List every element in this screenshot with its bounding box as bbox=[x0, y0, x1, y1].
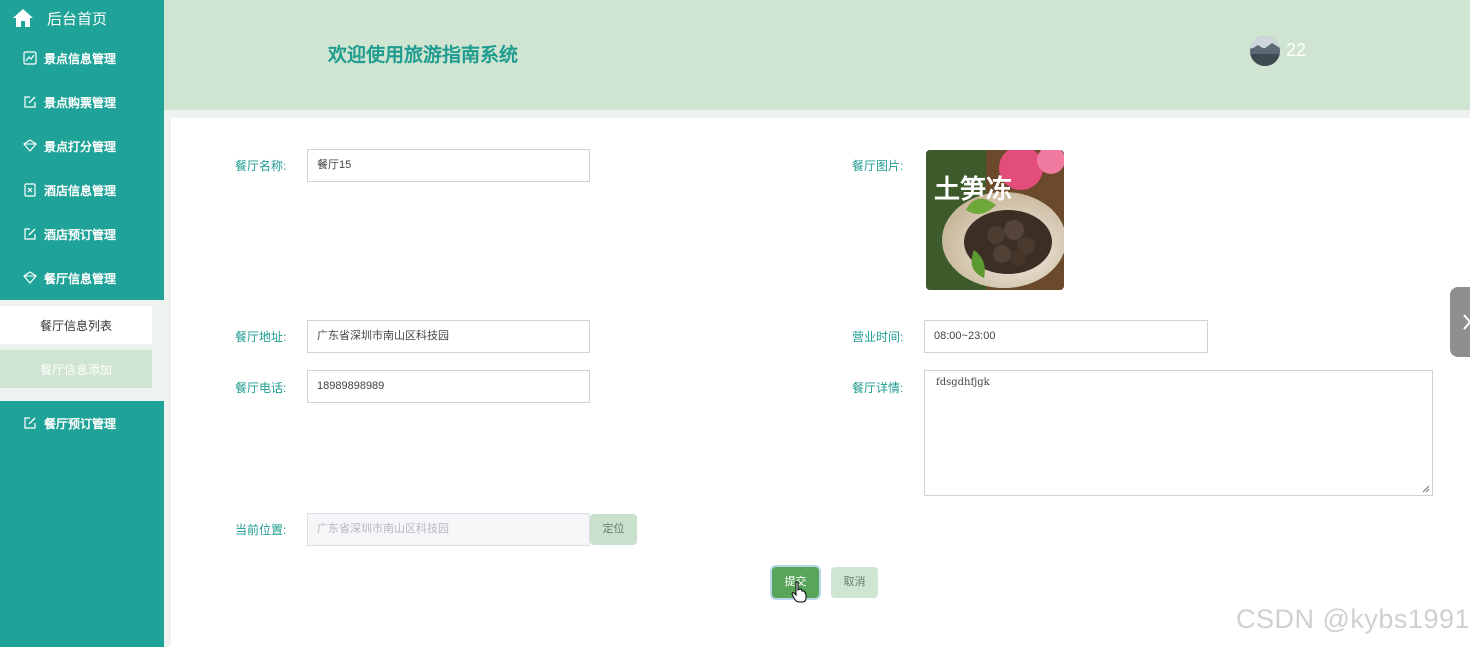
sidebar-item-label: 酒店信息管理 bbox=[44, 183, 117, 198]
sidebar-item-label: 景点购票管理 bbox=[44, 95, 117, 110]
restaurant-image[interactable]: 土笋冻 bbox=[926, 150, 1064, 290]
restaurant-image-label: 餐厅图片: bbox=[852, 159, 904, 173]
restaurant-photo: 土笋冻 bbox=[926, 150, 1064, 290]
restaurant-address-input[interactable]: 广东省深圳市南山区科技园 bbox=[307, 320, 590, 353]
close-box-icon bbox=[24, 183, 36, 197]
restaurant-detail-label: 餐厅详情: bbox=[852, 381, 904, 395]
sidebar-item-label: 酒店预订管理 bbox=[44, 227, 117, 242]
sidebar-item-scenic-info[interactable]: 景点信息管理 bbox=[0, 36, 164, 80]
sidebar-home[interactable]: 后台首页 bbox=[0, 0, 164, 36]
sidebar-subitem-label: 餐厅信息列表 bbox=[39, 318, 112, 333]
edit-icon bbox=[24, 417, 36, 429]
sidebar-item-scenic-rating[interactable]: 景点打分管理 bbox=[0, 124, 164, 168]
hand-cursor-icon bbox=[791, 581, 807, 603]
restaurant-phone-input[interactable]: 18989898989 bbox=[307, 370, 590, 403]
edit-icon bbox=[24, 228, 36, 240]
sidebar-item-hotel-booking[interactable]: 酒店预订管理 bbox=[0, 212, 164, 256]
sidebar-subitem-restaurant-list[interactable]: 餐厅信息列表 bbox=[0, 306, 152, 344]
sidebar-item-restaurant-info[interactable]: 餐厅信息管理 bbox=[0, 256, 164, 300]
sidebar-item-label: 餐厅预订管理 bbox=[44, 416, 117, 431]
cancel-button[interactable]: 取消 bbox=[831, 567, 878, 598]
business-hours-label: 营业时间: bbox=[852, 330, 904, 344]
restaurant-phone-label: 餐厅电话: bbox=[235, 381, 287, 395]
sidebar-home-label: 后台首页 bbox=[47, 10, 108, 28]
diamond-icon bbox=[23, 139, 37, 152]
diamond-icon bbox=[23, 271, 37, 284]
sidebar-item-label: 景点打分管理 bbox=[44, 139, 117, 154]
sidebar: 后台首页 景点信息管理 景点购票管理 景点打分管理 酒店信息管理 酒店预订管理 … bbox=[0, 0, 164, 647]
sidebar-item-scenic-ticket[interactable]: 景点购票管理 bbox=[0, 80, 164, 124]
sidebar-submenu-restaurant: 餐厅信息列表 餐厅信息添加 bbox=[0, 300, 164, 401]
restaurant-name-label: 餐厅名称: bbox=[235, 159, 287, 173]
sidebar-subitem-restaurant-add[interactable]: 餐厅信息添加 bbox=[0, 350, 152, 388]
current-location-label: 当前位置: bbox=[235, 523, 287, 537]
username: 22 bbox=[1286, 40, 1307, 60]
home-icon bbox=[13, 9, 33, 27]
restaurant-name-input[interactable]: 餐厅15 bbox=[307, 149, 590, 182]
restaurant-address-label: 餐厅地址: bbox=[235, 330, 287, 344]
sidebar-item-hotel-info[interactable]: 酒店信息管理 bbox=[0, 168, 164, 212]
business-hours-input[interactable]: 08:00~23:00 bbox=[924, 320, 1208, 353]
sidebar-item-label: 餐厅信息管理 bbox=[44, 271, 117, 286]
avatar-image bbox=[1250, 36, 1280, 66]
sidebar-item-restaurant-booking[interactable]: 餐厅预订管理 bbox=[0, 401, 164, 445]
form-panel: 餐厅名称: 餐厅15 餐厅图片: 土笋冻 餐厅地址: 广东省深圳市南山区科技园 … bbox=[171, 118, 1470, 647]
resize-handle-icon[interactable] bbox=[1422, 485, 1430, 493]
restaurant-detail-textarea[interactable]: fdsgdhfjgk bbox=[924, 370, 1433, 496]
locate-button[interactable]: 定位 bbox=[590, 514, 637, 545]
watermark: CSDN @kybs1991 bbox=[1236, 604, 1470, 634]
sidebar-subitem-label: 餐厅信息添加 bbox=[39, 362, 112, 377]
image-caption: 土笋冻 bbox=[934, 174, 1012, 205]
chevron-right-icon bbox=[1463, 314, 1470, 330]
current-location-input: 广东省深圳市南山区科技园 bbox=[307, 513, 590, 546]
avatar[interactable] bbox=[1250, 36, 1280, 66]
restaurant-detail-text: fdsgdhfjgk bbox=[936, 377, 990, 388]
sidebar-item-label: 景点信息管理 bbox=[44, 51, 117, 66]
edit-icon bbox=[24, 96, 36, 108]
header: 欢迎使用旅游指南系统 22 bbox=[164, 0, 1470, 110]
side-panel-toggle[interactable] bbox=[1450, 287, 1470, 357]
page-title: 欢迎使用旅游指南系统 bbox=[328, 45, 519, 66]
chart-icon bbox=[23, 51, 37, 65]
